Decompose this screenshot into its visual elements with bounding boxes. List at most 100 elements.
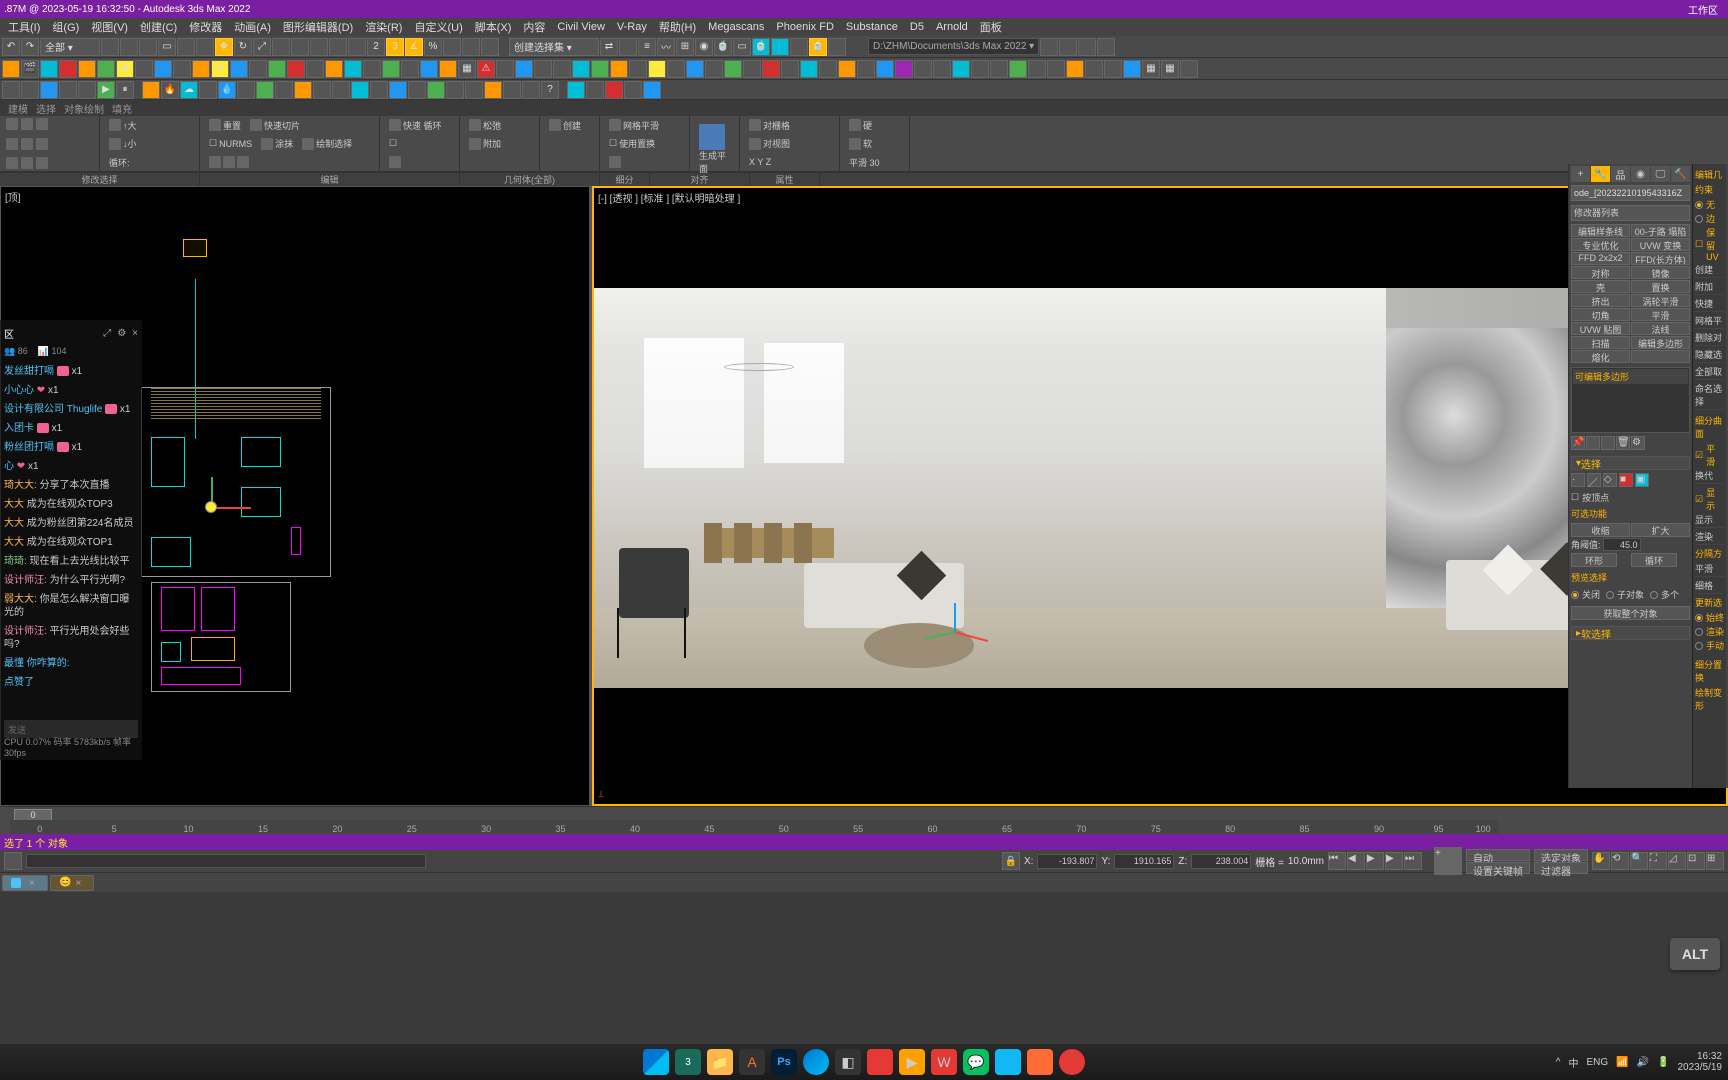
mod-btn[interactable]: 置换 bbox=[1631, 280, 1690, 293]
plugin-icon[interactable]: ▦ bbox=[1161, 60, 1179, 78]
ribbon-relax[interactable]: 松弛 bbox=[483, 119, 501, 132]
app-icon[interactable] bbox=[1027, 1049, 1053, 1075]
photoshop-icon[interactable]: Ps bbox=[771, 1049, 797, 1075]
stack-item[interactable]: 可编辑多边形 bbox=[1573, 369, 1688, 384]
redo-icon[interactable]: ↷ bbox=[21, 38, 39, 56]
ex-icon[interactable]: ? bbox=[541, 81, 559, 99]
mod-btn[interactable]: 扫描 bbox=[1571, 336, 1630, 349]
ex-icon[interactable] bbox=[332, 81, 350, 99]
plugin-icon[interactable] bbox=[591, 60, 609, 78]
file-tab-emoji[interactable]: 😊 × bbox=[50, 875, 94, 891]
ex-icon[interactable] bbox=[446, 81, 464, 99]
ribbon-tab-sel[interactable]: 选择 bbox=[36, 101, 56, 116]
align-icon[interactable] bbox=[619, 38, 637, 56]
preserve-uv[interactable]: 保留UV bbox=[1706, 226, 1724, 262]
close-icon[interactable]: × bbox=[132, 328, 138, 339]
menu-modifiers[interactable]: 修改器 bbox=[185, 19, 226, 35]
gizmo-3d[interactable] bbox=[924, 593, 984, 653]
plugin-icon[interactable] bbox=[192, 60, 210, 78]
mod-btn[interactable]: 法线 bbox=[1631, 322, 1690, 335]
ex-icon[interactable] bbox=[522, 81, 540, 99]
plugin-icon[interactable] bbox=[363, 60, 381, 78]
plugin-icon[interactable] bbox=[534, 60, 552, 78]
prev-frame-icon[interactable]: ◀ bbox=[1347, 852, 1365, 870]
ex-icon[interactable] bbox=[484, 81, 502, 99]
ribbon-soft[interactable]: 软 bbox=[863, 137, 872, 150]
plugin-icon[interactable] bbox=[325, 60, 343, 78]
modifier-stack[interactable]: 可编辑多边形 bbox=[1571, 367, 1690, 433]
far-quick[interactable]: 快捷 bbox=[1695, 297, 1724, 312]
pan-icon[interactable]: ✋ bbox=[1592, 852, 1610, 870]
render-online-icon[interactable] bbox=[828, 38, 846, 56]
app-icon[interactable]: ▶ bbox=[899, 1049, 925, 1075]
app-icon[interactable] bbox=[1059, 1049, 1085, 1075]
mod-btn[interactable]: 切角 bbox=[1571, 308, 1630, 321]
smooth-check[interactable]: 平滑 bbox=[1706, 442, 1724, 468]
lock-selection-icon[interactable]: 🔒 bbox=[1002, 852, 1020, 870]
menu-panel[interactable]: 面板 bbox=[976, 19, 1006, 35]
zoom-all-icon[interactable]: ⛶ bbox=[1649, 852, 1667, 870]
auto-key-button[interactable]: 自动 bbox=[1466, 849, 1530, 861]
plugin-icon[interactable] bbox=[78, 60, 96, 78]
update-always[interactable]: 始终 bbox=[1706, 611, 1724, 624]
modifier-list-dropdown[interactable]: 修改器列表 bbox=[1571, 205, 1690, 221]
ex-icon[interactable] bbox=[351, 81, 369, 99]
constraint-none[interactable]: 无 bbox=[1706, 198, 1715, 211]
plugin-icon[interactable] bbox=[439, 60, 457, 78]
plugin-icon[interactable] bbox=[1123, 60, 1141, 78]
curve-editor-icon[interactable]: 〰 bbox=[657, 38, 675, 56]
select-place-icon[interactable] bbox=[272, 38, 290, 56]
menu-tools[interactable]: 工具(I) bbox=[4, 19, 44, 35]
ex-icon[interactable] bbox=[503, 81, 521, 99]
remove-mod-icon[interactable]: 🗑 bbox=[1616, 436, 1630, 450]
ex-icon[interactable] bbox=[40, 81, 58, 99]
far-sec5[interactable]: 细分置换 bbox=[1695, 658, 1724, 684]
path-btn3-icon[interactable] bbox=[1078, 38, 1096, 56]
ex-icon[interactable] bbox=[408, 81, 426, 99]
settings-icon[interactable]: ⚙ bbox=[117, 328, 126, 339]
selection-lock-icon[interactable] bbox=[481, 38, 499, 56]
ribbon-tab-fill[interactable]: 填充 bbox=[112, 101, 132, 116]
plugin-icon[interactable] bbox=[420, 60, 438, 78]
min-max-icon[interactable]: ⊞ bbox=[1706, 852, 1724, 870]
plugin-icon[interactable] bbox=[344, 60, 362, 78]
wifi-icon[interactable]: 📶 bbox=[1616, 1057, 1628, 1068]
plugin-icon[interactable] bbox=[933, 60, 951, 78]
menu-help[interactable]: 帮助(H) bbox=[655, 19, 700, 35]
plugin-icon[interactable] bbox=[876, 60, 894, 78]
plugin-icon[interactable]: ▦ bbox=[1142, 60, 1160, 78]
move-gizmo[interactable] bbox=[181, 477, 241, 537]
plugin-icon[interactable] bbox=[401, 60, 419, 78]
time-ruler[interactable]: 0 5 10 15 20 25 30 35 40 45 50 55 60 65 … bbox=[10, 820, 1498, 834]
mod-btn[interactable] bbox=[1631, 350, 1690, 363]
create-tab-icon[interactable]: + bbox=[1571, 166, 1590, 182]
far-attach[interactable]: 附加 bbox=[1695, 280, 1724, 295]
menu-customize[interactable]: 自定义(U) bbox=[410, 19, 466, 35]
percent-snap-icon[interactable]: % bbox=[424, 38, 442, 56]
goto-start-icon[interactable]: ⏮ bbox=[1328, 852, 1346, 870]
viewport-perspective[interactable]: [-] [透视 ] [标准 ] [默认明暗处理 ] ⟂ bbox=[592, 186, 1728, 806]
plugin-icon[interactable] bbox=[553, 60, 571, 78]
mod-btn[interactable]: 挤出 bbox=[1571, 294, 1630, 307]
edconstraints-icon[interactable] bbox=[462, 38, 480, 56]
render-active-icon[interactable] bbox=[790, 38, 808, 56]
render-iter-icon[interactable] bbox=[771, 38, 789, 56]
render-setup-icon[interactable]: 🍵 bbox=[714, 38, 732, 56]
menu-megascans[interactable]: Megascans bbox=[704, 21, 768, 33]
viewport-persp-label[interactable]: [-] [透视 ] [标准 ] [默认明暗处理 ] bbox=[598, 190, 740, 205]
select-name-icon[interactable] bbox=[177, 38, 195, 56]
timeline[interactable]: 0 0 5 10 15 20 25 30 35 40 45 50 55 60 6… bbox=[0, 806, 1728, 834]
by-vertex-check[interactable]: 按顶点 bbox=[1582, 491, 1609, 504]
goto-end-icon[interactable]: ⏭ bbox=[1404, 852, 1422, 870]
menu-civil[interactable]: Civil View bbox=[553, 21, 608, 33]
plugin-icon[interactable] bbox=[800, 60, 818, 78]
menu-content[interactable]: 内容 bbox=[519, 19, 549, 35]
selected-obj-button[interactable]: 选定对象 bbox=[1534, 849, 1588, 861]
start-button-icon[interactable] bbox=[643, 1049, 669, 1075]
plugin-icon[interactable] bbox=[1066, 60, 1084, 78]
plugin-icon[interactable] bbox=[249, 60, 267, 78]
rollout-selection[interactable]: ▾ 选择 bbox=[1571, 456, 1690, 470]
plugin-icon[interactable] bbox=[230, 60, 248, 78]
ex-icon[interactable] bbox=[2, 81, 20, 99]
mod-btn[interactable]: 熔化 bbox=[1571, 350, 1630, 363]
